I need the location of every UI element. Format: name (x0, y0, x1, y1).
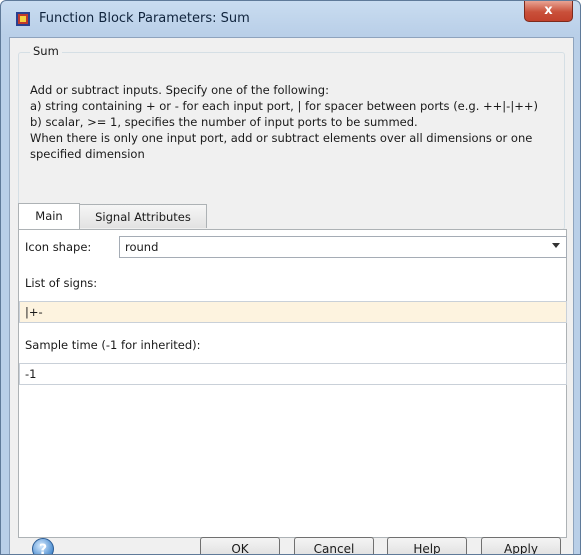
description-line: specified dimension (30, 147, 145, 161)
group-label: Sum (30, 44, 62, 58)
description-line: When there is only one input port, add o… (30, 131, 533, 145)
tab-signal-attributes[interactable]: Signal Attributes (79, 204, 207, 228)
icon-shape-value: round (125, 240, 159, 254)
description-line: a) string containing + or - for each inp… (30, 99, 538, 113)
cancel-button[interactable]: Cancel (294, 537, 374, 554)
sample-time-value: -1 (25, 367, 37, 381)
chevron-down-icon (552, 243, 560, 248)
window-title: Function Block Parameters: Sum (39, 11, 250, 26)
block-description: Add or subtract inputs. Specify one of t… (30, 82, 576, 162)
tab-main[interactable]: Main (18, 203, 80, 229)
close-button[interactable]: x (524, 1, 573, 22)
simulink-block-icon (16, 12, 30, 26)
list-of-signs-label: List of signs: (25, 276, 98, 290)
sample-time-label: Sample time (-1 for inherited): (25, 338, 201, 352)
ok-button[interactable]: OK (200, 537, 280, 554)
apply-button[interactable]: Apply (481, 537, 561, 554)
dialog-client: Sum Add or subtract inputs. Specify one … (9, 37, 576, 554)
title-bar[interactable]: Function Block Parameters: Sum x (1, 1, 580, 37)
list-of-signs-field[interactable]: |+- (19, 301, 567, 323)
description-line: Add or subtract inputs. Specify one of t… (30, 83, 329, 97)
main-tab-panel: Icon shape: round List of signs: |+- Sam… (18, 229, 567, 538)
icon-shape-select[interactable]: round (119, 236, 567, 258)
dialog-window: Function Block Parameters: Sum x Sum Add… (0, 0, 581, 555)
help-button[interactable]: Help (387, 537, 467, 554)
description-line: b) scalar, >= 1, specifies the number of… (30, 115, 418, 129)
list-of-signs-value: |+- (25, 305, 43, 319)
sample-time-field[interactable]: -1 (19, 363, 567, 385)
help-icon[interactable]: ? (32, 538, 54, 554)
